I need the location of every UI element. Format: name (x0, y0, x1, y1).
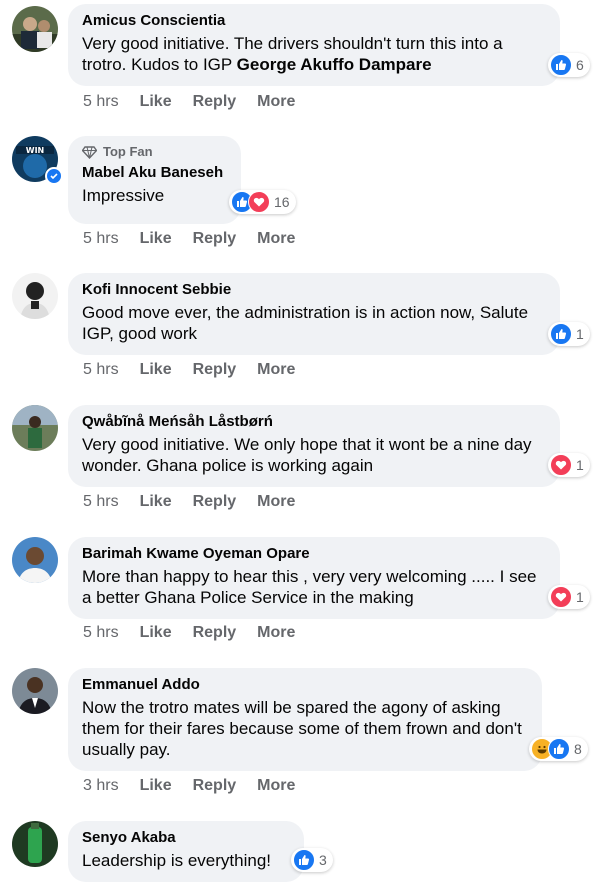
top-fan-badge: Top Fan (82, 144, 227, 160)
more-button[interactable]: More (257, 623, 295, 643)
top-fan-label: Top Fan (103, 144, 153, 159)
reaction-count: 1 (576, 457, 584, 473)
avatar-photo-icon (12, 668, 58, 714)
comment-bubble: Emmanuel Addo Now the trotro mates will … (68, 668, 542, 771)
comment-time[interactable]: 5 hrs (83, 229, 119, 249)
reply-button[interactable]: Reply (193, 492, 237, 512)
reaction-count: 16 (274, 194, 290, 210)
comment-text: Very good initiative. The drivers should… (82, 34, 503, 74)
comment-author[interactable]: Amicus Conscientia (82, 12, 546, 30)
avatar-photo-icon (12, 6, 58, 52)
love-reaction-icon (550, 586, 572, 608)
comment-text: More than happy to hear this , very very… (82, 567, 537, 607)
verified-badge-icon (45, 167, 63, 185)
comment-actions: 5 hrs Like Reply More (83, 492, 316, 512)
reaction-summary[interactable]: 1 (548, 322, 590, 346)
like-button[interactable]: Like (140, 92, 172, 112)
reply-button[interactable]: Reply (193, 229, 237, 249)
like-reaction-icon (548, 738, 570, 760)
avatar-photo-icon (12, 821, 58, 867)
reaction-count: 8 (574, 741, 582, 757)
like-button[interactable]: Like (140, 229, 172, 249)
avatar[interactable] (12, 6, 58, 52)
comment-author[interactable]: Kofi Innocent Sebbie (82, 281, 546, 299)
reaction-summary[interactable]: 1 (548, 585, 590, 609)
reply-button[interactable]: Reply (193, 92, 237, 112)
reaction-count: 1 (576, 326, 584, 342)
like-reaction-icon (550, 54, 572, 76)
comment-author[interactable]: Barimah Kwame Oyeman Opare (82, 545, 546, 563)
comment-actions: 5 hrs Like Reply More (83, 360, 316, 380)
like-reaction-icon (550, 323, 572, 345)
reply-button[interactable]: Reply (193, 623, 237, 643)
reply-button[interactable]: Reply (193, 776, 237, 796)
comment-actions: 5 hrs Like Reply More (83, 623, 316, 643)
comment-author[interactable]: Senyo Akaba (82, 829, 290, 847)
comment-author[interactable]: Emmanuel Addo (82, 676, 528, 694)
comment-time[interactable]: 5 hrs (83, 360, 119, 380)
comment-text: Good move ever, the administration is in… (82, 303, 529, 343)
reaction-summary[interactable]: 1 (548, 453, 590, 477)
svg-text:WIN: WIN (26, 146, 45, 155)
diamond-icon (82, 145, 97, 159)
avatar[interactable] (12, 405, 58, 451)
comment-bubble: Senyo Akaba Leadership is everything! (68, 821, 304, 882)
comment-bubble: Qwåbĩnå Meńsåh Låstbørń Very good initia… (68, 405, 560, 487)
like-button[interactable]: Like (140, 360, 172, 380)
avatar[interactable] (12, 821, 58, 867)
reaction-summary[interactable]: 8 (529, 737, 588, 761)
like-button[interactable]: Like (140, 492, 172, 512)
comment-time[interactable]: 5 hrs (83, 92, 119, 112)
comment-text: Impressive (82, 186, 165, 205)
comment-time[interactable]: 5 hrs (83, 623, 119, 643)
comment-bubble: Barimah Kwame Oyeman Opare More than hap… (68, 537, 560, 619)
comment-text: Leadership is everything! (82, 851, 272, 870)
comment-author[interactable]: Qwåbĩnå Meńsåh Låstbørń (82, 413, 546, 431)
mentioned-user-link[interactable]: George Akuffo Dampare (237, 55, 432, 74)
comment-actions: 3 hrs Like Reply More (83, 776, 316, 796)
reaction-summary[interactable]: 6 (548, 53, 590, 77)
reply-button[interactable]: Reply (193, 360, 237, 380)
comment-text: Now the trotro mates will be spared the … (82, 698, 522, 759)
reaction-summary[interactable]: 3 (291, 848, 333, 872)
comment-time[interactable]: 3 hrs (83, 776, 119, 796)
comment-bubble: Kofi Innocent Sebbie Good move ever, the… (68, 273, 560, 355)
love-reaction-icon (550, 454, 572, 476)
like-reaction-icon (293, 849, 315, 871)
comment-actions: 5 hrs Like Reply More (83, 92, 316, 112)
comment-author[interactable]: Mabel Aku Baneseh (82, 164, 227, 182)
like-button[interactable]: Like (140, 776, 172, 796)
like-button[interactable]: Like (140, 623, 172, 643)
more-button[interactable]: More (257, 360, 295, 380)
reaction-summary[interactable]: 16 (229, 190, 296, 214)
reaction-count: 1 (576, 589, 584, 605)
more-button[interactable]: More (257, 492, 295, 512)
comment-bubble: Amicus Conscientia Very good initiative.… (68, 4, 560, 86)
avatar-photo-icon (12, 537, 58, 583)
more-button[interactable]: More (257, 229, 295, 249)
avatar[interactable] (12, 668, 58, 714)
reaction-count: 6 (576, 57, 584, 73)
avatar-photo-icon (12, 273, 58, 319)
comment-actions: 5 hrs Like Reply More (83, 229, 316, 249)
more-button[interactable]: More (257, 776, 295, 796)
comment-time[interactable]: 5 hrs (83, 492, 119, 512)
comment-text: Very good initiative. We only hope that … (82, 435, 532, 475)
avatar[interactable] (12, 273, 58, 319)
more-button[interactable]: More (257, 92, 295, 112)
comment-bubble: Top Fan Mabel Aku Baneseh Impressive (68, 136, 241, 224)
avatar-photo-icon (12, 405, 58, 451)
love-reaction-icon (248, 191, 270, 213)
reaction-count: 3 (319, 852, 327, 868)
avatar[interactable] (12, 537, 58, 583)
